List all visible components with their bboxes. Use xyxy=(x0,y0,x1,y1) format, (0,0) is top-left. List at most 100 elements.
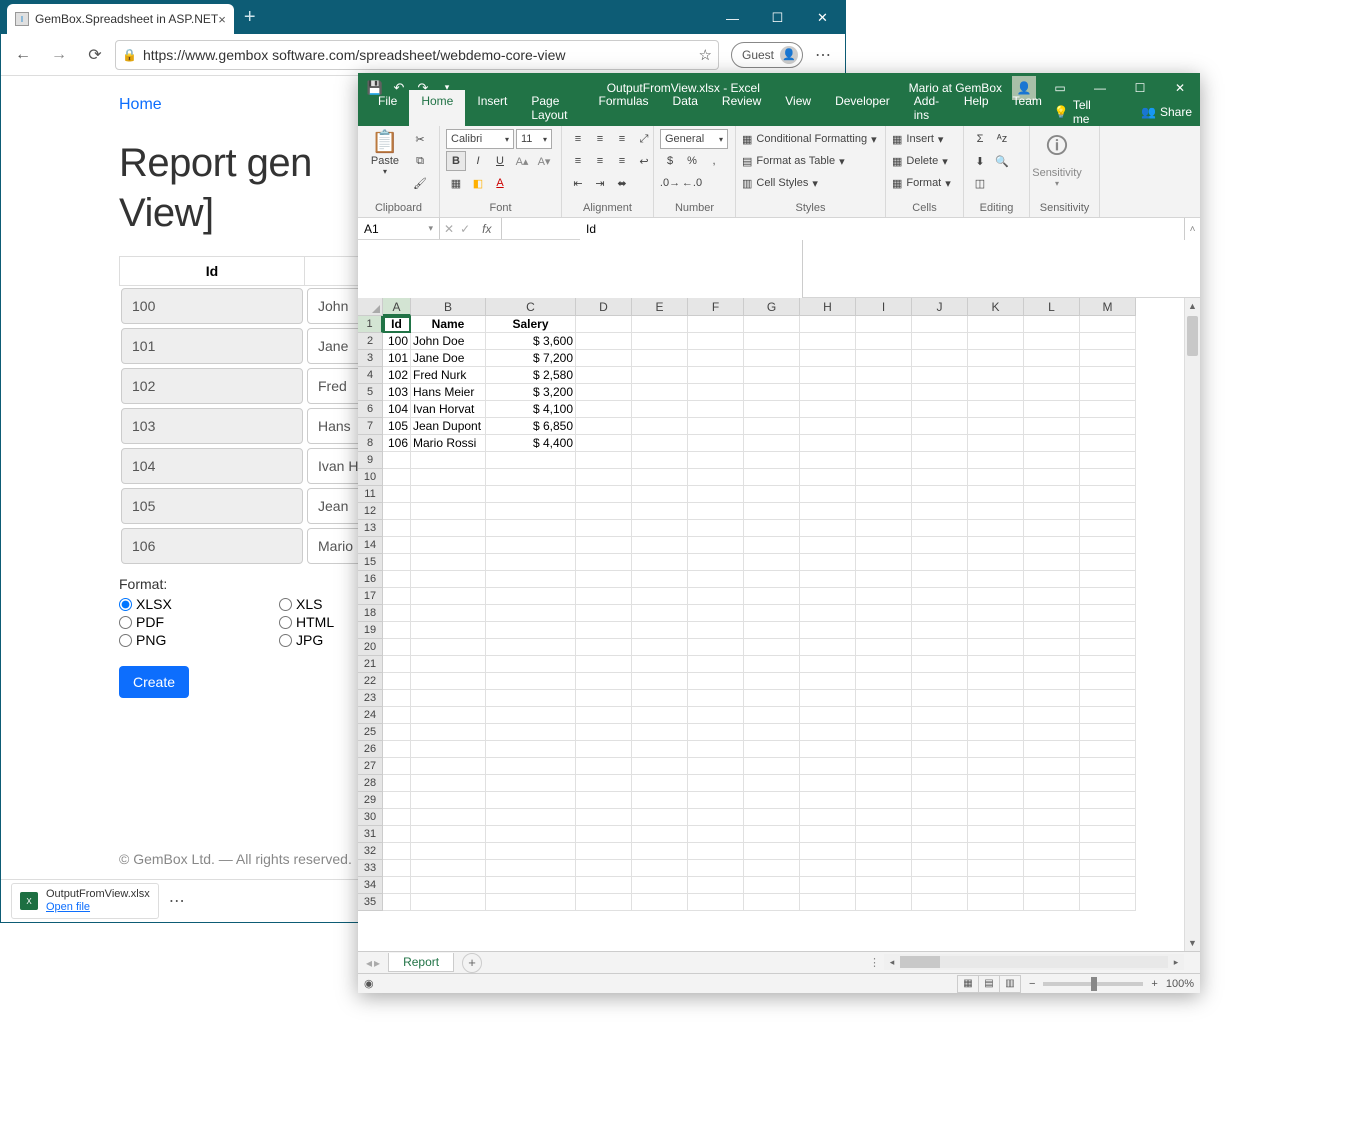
cell-H18[interactable] xyxy=(800,605,856,622)
row-header-35[interactable]: 35 xyxy=(358,894,383,911)
paste-button[interactable]: 📋 Paste ▾ xyxy=(364,129,406,176)
row-header-9[interactable]: 9 xyxy=(358,452,383,469)
cell-F25[interactable] xyxy=(688,724,744,741)
cell-M14[interactable] xyxy=(1080,537,1136,554)
cell-I28[interactable] xyxy=(856,775,912,792)
format-as-table-button[interactable]: ▤Format as Table ▾ xyxy=(742,151,877,171)
cell-F5[interactable] xyxy=(688,384,744,401)
cell-M30[interactable] xyxy=(1080,809,1136,826)
cell-K22[interactable] xyxy=(968,673,1024,690)
cell-M17[interactable] xyxy=(1080,588,1136,605)
cell-G31[interactable] xyxy=(744,826,800,843)
row-header-25[interactable]: 25 xyxy=(358,724,383,741)
cell-I22[interactable] xyxy=(856,673,912,690)
formula-bar-extended[interactable] xyxy=(802,240,1200,298)
cell-A18[interactable] xyxy=(383,605,411,622)
cell-H22[interactable] xyxy=(800,673,856,690)
cell-B22[interactable] xyxy=(411,673,486,690)
cell-D21[interactable] xyxy=(576,656,632,673)
cell-E7[interactable] xyxy=(632,418,688,435)
format-radio-png[interactable]: PNG xyxy=(119,632,279,648)
cell-C12[interactable] xyxy=(486,503,576,520)
cell-B30[interactable] xyxy=(411,809,486,826)
cell-H21[interactable] xyxy=(800,656,856,673)
cell-J12[interactable] xyxy=(912,503,968,520)
cell-M35[interactable] xyxy=(1080,894,1136,911)
cell-E4[interactable] xyxy=(632,367,688,384)
cell-J35[interactable] xyxy=(912,894,968,911)
zoom-in-icon[interactable]: + xyxy=(1151,978,1157,990)
row-header-16[interactable]: 16 xyxy=(358,571,383,588)
row-header-14[interactable]: 14 xyxy=(358,537,383,554)
cell-F12[interactable] xyxy=(688,503,744,520)
comma-icon[interactable]: , xyxy=(704,151,724,171)
cell-K11[interactable] xyxy=(968,486,1024,503)
cell-H19[interactable] xyxy=(800,622,856,639)
cell-J20[interactable] xyxy=(912,639,968,656)
cell-A13[interactable] xyxy=(383,520,411,537)
cell-A8[interactable]: 106 xyxy=(383,435,411,452)
row-header-26[interactable]: 26 xyxy=(358,741,383,758)
cell-K4[interactable] xyxy=(968,367,1024,384)
cell-L25[interactable] xyxy=(1024,724,1080,741)
format-cells-button[interactable]: ▦Format ▾ xyxy=(892,173,951,193)
cell-E19[interactable] xyxy=(632,622,688,639)
cell-K34[interactable] xyxy=(968,877,1024,894)
cell-B7[interactable]: Jean Dupont xyxy=(411,418,486,435)
cell-C28[interactable] xyxy=(486,775,576,792)
cell-E3[interactable] xyxy=(632,350,688,367)
cell-F22[interactable] xyxy=(688,673,744,690)
cell-L12[interactable] xyxy=(1024,503,1080,520)
format-radio-xlsx[interactable]: XLSX xyxy=(119,596,279,612)
cell-G9[interactable] xyxy=(744,452,800,469)
cell-G15[interactable] xyxy=(744,554,800,571)
ribbon-tab-developer[interactable]: Developer xyxy=(823,90,902,126)
cell-B28[interactable] xyxy=(411,775,486,792)
cell-M25[interactable] xyxy=(1080,724,1136,741)
cell-H28[interactable] xyxy=(800,775,856,792)
cell-I8[interactable] xyxy=(856,435,912,452)
cell-H10[interactable] xyxy=(800,469,856,486)
add-sheet-button[interactable]: + xyxy=(462,953,482,973)
cell-C32[interactable] xyxy=(486,843,576,860)
cell-H30[interactable] xyxy=(800,809,856,826)
row-header-8[interactable]: 8 xyxy=(358,435,383,452)
cell-J16[interactable] xyxy=(912,571,968,588)
cell-F30[interactable] xyxy=(688,809,744,826)
cell-C14[interactable] xyxy=(486,537,576,554)
row-header-20[interactable]: 20 xyxy=(358,639,383,656)
cell-K5[interactable] xyxy=(968,384,1024,401)
cell-E18[interactable] xyxy=(632,605,688,622)
row-header-31[interactable]: 31 xyxy=(358,826,383,843)
cell-D35[interactable] xyxy=(576,894,632,911)
cell-J23[interactable] xyxy=(912,690,968,707)
cell-D15[interactable] xyxy=(576,554,632,571)
autosum-icon[interactable]: Σ xyxy=(970,129,990,149)
cell-L1[interactable] xyxy=(1024,316,1080,333)
cell-F16[interactable] xyxy=(688,571,744,588)
cell-D6[interactable] xyxy=(576,401,632,418)
cell-J15[interactable] xyxy=(912,554,968,571)
cell-D20[interactable] xyxy=(576,639,632,656)
row-header-13[interactable]: 13 xyxy=(358,520,383,537)
cell-K26[interactable] xyxy=(968,741,1024,758)
col-header-D[interactable]: D xyxy=(576,298,632,316)
cell-K17[interactable] xyxy=(968,588,1024,605)
col-header-A[interactable]: A xyxy=(383,298,411,316)
cell-E14[interactable] xyxy=(632,537,688,554)
cell-B11[interactable] xyxy=(411,486,486,503)
cell-J3[interactable] xyxy=(912,350,968,367)
cell-L24[interactable] xyxy=(1024,707,1080,724)
format-painter-icon[interactable]: 🖌 xyxy=(410,173,430,193)
ribbon-tab-help[interactable]: Help xyxy=(952,90,1001,126)
page-break-view-icon[interactable]: ▥ xyxy=(999,975,1021,993)
sheet-next-icon[interactable]: ▸ xyxy=(374,956,380,970)
font-color-icon[interactable]: A xyxy=(490,173,510,193)
cell-G16[interactable] xyxy=(744,571,800,588)
cell-A10[interactable] xyxy=(383,469,411,486)
record-macro-icon[interactable]: ◉ xyxy=(364,977,374,990)
align-middle-icon[interactable]: ≡ xyxy=(590,129,610,149)
cell-B24[interactable] xyxy=(411,707,486,724)
cell-D11[interactable] xyxy=(576,486,632,503)
cell-I1[interactable] xyxy=(856,316,912,333)
